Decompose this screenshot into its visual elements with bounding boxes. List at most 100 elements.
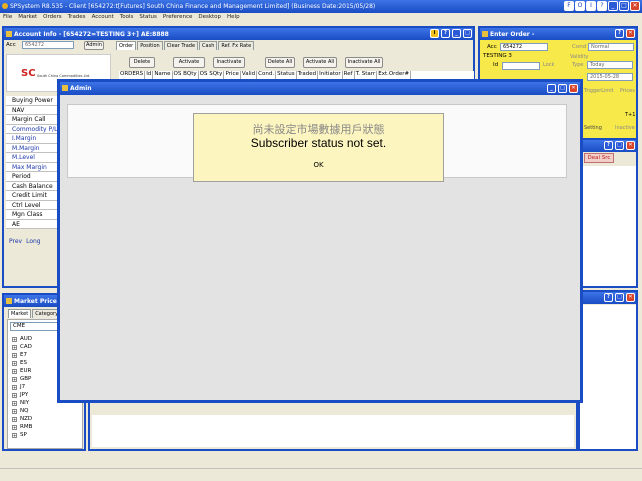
- eo-t1-checkbox[interactable]: T+1: [625, 112, 635, 118]
- market-item[interactable]: + SP: [12, 431, 82, 439]
- long-tab[interactable]: Long: [26, 238, 41, 247]
- eo-cond-select[interactable]: Normal: [588, 43, 634, 51]
- menu-status[interactable]: Status: [139, 14, 157, 22]
- tab-position[interactable]: Position: [137, 41, 163, 50]
- maximize-icon[interactable]: □: [558, 84, 567, 93]
- eo-lock-checkbox[interactable]: Lock: [543, 62, 554, 68]
- activate-all-button[interactable]: Activate All: [303, 57, 337, 68]
- eo-setting-label[interactable]: Setting: [584, 125, 602, 131]
- help-icon[interactable]: ?: [604, 293, 613, 302]
- activate-button[interactable]: Activate: [173, 57, 205, 68]
- menu-tools[interactable]: Tools: [120, 14, 134, 22]
- eo-acc-select[interactable]: 654272: [500, 43, 548, 51]
- menu-desktop[interactable]: Desktop: [198, 14, 221, 22]
- ok-button[interactable]: OK: [194, 161, 443, 169]
- account-info-title: Account Info - [654272=TESTING 3+] AE:88…: [14, 31, 169, 38]
- market-item[interactable]: + RMB: [12, 423, 82, 431]
- window-icon: [6, 298, 12, 304]
- window-icon: [482, 31, 488, 37]
- maximize-icon[interactable]: □: [619, 1, 629, 11]
- enter-order-title: Enter Order -: [490, 31, 535, 38]
- inactivate-button[interactable]: Inactivate: [213, 57, 245, 68]
- eo-cond-label: Cond: [572, 44, 587, 50]
- menu-file[interactable]: File: [3, 14, 12, 22]
- eo-inactive-checkbox[interactable]: Inactive: [615, 125, 635, 131]
- close-icon[interactable]: ✕: [626, 293, 635, 302]
- bottom-right-title-bar: ? □ ✕: [580, 292, 636, 304]
- account-info-title-bar: Account Info - [654272=TESTING 3+] AE:88…: [4, 28, 473, 40]
- eo-id-input[interactable]: [502, 62, 540, 70]
- market-tabs: Market Category: [8, 309, 62, 318]
- close-icon[interactable]: ✕: [569, 84, 578, 93]
- market-price-title: Market Price: [14, 298, 57, 305]
- eo-id-label: Id: [493, 62, 499, 68]
- right-mid-window: ? □ ✕ Deal Src: [578, 138, 638, 288]
- menu-help[interactable]: Help: [227, 14, 240, 22]
- message-english: Subscriber status not set.: [250, 136, 387, 150]
- right-mid-body: [580, 166, 636, 286]
- status-bar: [0, 468, 642, 481]
- eo-type-select[interactable]: Today: [587, 61, 633, 69]
- o-button[interactable]: O: [575, 1, 585, 11]
- menu-account[interactable]: Account: [92, 14, 114, 22]
- minimize-icon[interactable]: _: [608, 1, 618, 11]
- market-item[interactable]: + NZD: [12, 415, 82, 423]
- minimize-icon[interactable]: _: [452, 29, 461, 38]
- acc-select[interactable]: 654272: [22, 41, 74, 49]
- market-item[interactable]: + NQ: [12, 407, 82, 415]
- maximize-icon[interactable]: □: [463, 29, 472, 38]
- maximize-icon[interactable]: □: [615, 141, 624, 150]
- help-icon[interactable]: ?: [604, 141, 613, 150]
- admin-title: Admin: [70, 85, 92, 92]
- menu-preference[interactable]: Preference: [163, 14, 192, 22]
- eo-prices-label: Prices: [620, 88, 635, 94]
- eo-account-name: TESTING 3: [483, 53, 512, 59]
- window-icon: [6, 31, 12, 37]
- right-mid-title-bar: ? □ ✕: [580, 140, 636, 152]
- deal-src-button[interactable]: Deal Src: [584, 153, 614, 163]
- info-icon[interactable]: i: [430, 29, 439, 38]
- minimize-icon[interactable]: _: [547, 84, 556, 93]
- eo-validity-label: Validity: [570, 54, 589, 60]
- close-icon[interactable]: ✕: [626, 141, 635, 150]
- admin-button[interactable]: Admin: [84, 41, 104, 50]
- bottom-right-window: ? □ ✕: [578, 290, 638, 451]
- prev-tab[interactable]: Prev: [9, 238, 22, 247]
- delete-button[interactable]: Delete: [129, 57, 155, 68]
- menu-market[interactable]: Market: [18, 14, 37, 22]
- eo-trigger-label: TriggerLimit: [584, 88, 614, 94]
- company-logo-icon: SC: [21, 68, 36, 79]
- f-button[interactable]: F: [564, 1, 574, 11]
- close-icon[interactable]: ✕: [630, 1, 640, 11]
- eo-type-label: Type: [572, 62, 584, 68]
- help-icon[interactable]: ?: [441, 29, 450, 38]
- maximize-icon[interactable]: □: [615, 293, 624, 302]
- enter-order-title-bar: Enter Order - ? ✕: [480, 28, 636, 40]
- tab-clear-trade[interactable]: Clear Trade: [163, 41, 199, 50]
- app-title: SPSystem R8.535 - Client [654272:t[Futur…: [10, 3, 376, 10]
- message-chinese: 尚未設定市場數據用戶狀態: [252, 123, 385, 136]
- delete-all-button[interactable]: Delete All: [265, 57, 295, 68]
- eo-date-input[interactable]: 2015-05-28: [587, 73, 633, 81]
- company-logo-subtitle: South China Commodities Ltd.: [37, 74, 91, 78]
- order-action-buttons: Delete Activate Inactivate Delete All Ac…: [129, 57, 383, 68]
- acc-label: Acc: [6, 42, 16, 48]
- i-button[interactable]: I: [586, 1, 596, 11]
- tab-market[interactable]: Market: [8, 309, 32, 318]
- window-icon: [62, 85, 68, 91]
- menu-trades[interactable]: Trades: [68, 14, 86, 22]
- admin-dialog: Admin _ □ ✕ 尚未設定市場數據用戶狀態 Subscriber stat…: [57, 79, 583, 403]
- menu-orders[interactable]: Orders: [43, 14, 62, 22]
- tab-ref-fx-rate[interactable]: Ref. Fx Rate: [218, 41, 255, 50]
- eo-acc-label: Acc: [487, 44, 497, 50]
- account-tabs: Order Position Clear Trade Cash Ref. Fx …: [116, 41, 255, 50]
- menu-bar: File Market Orders Trades Account Tools …: [0, 13, 642, 22]
- tab-order[interactable]: Order: [116, 41, 137, 50]
- app-logo-icon: [2, 3, 8, 9]
- help-button[interactable]: ?: [597, 1, 607, 11]
- admin-message-panel: 尚未設定市場數據用戶狀態 Subscriber status not set. …: [67, 104, 567, 182]
- close-icon[interactable]: ✕: [626, 29, 635, 38]
- inactivate-all-button[interactable]: Inactivate All: [345, 57, 383, 68]
- help-icon[interactable]: ?: [615, 29, 624, 38]
- tab-cash[interactable]: Cash: [199, 41, 218, 50]
